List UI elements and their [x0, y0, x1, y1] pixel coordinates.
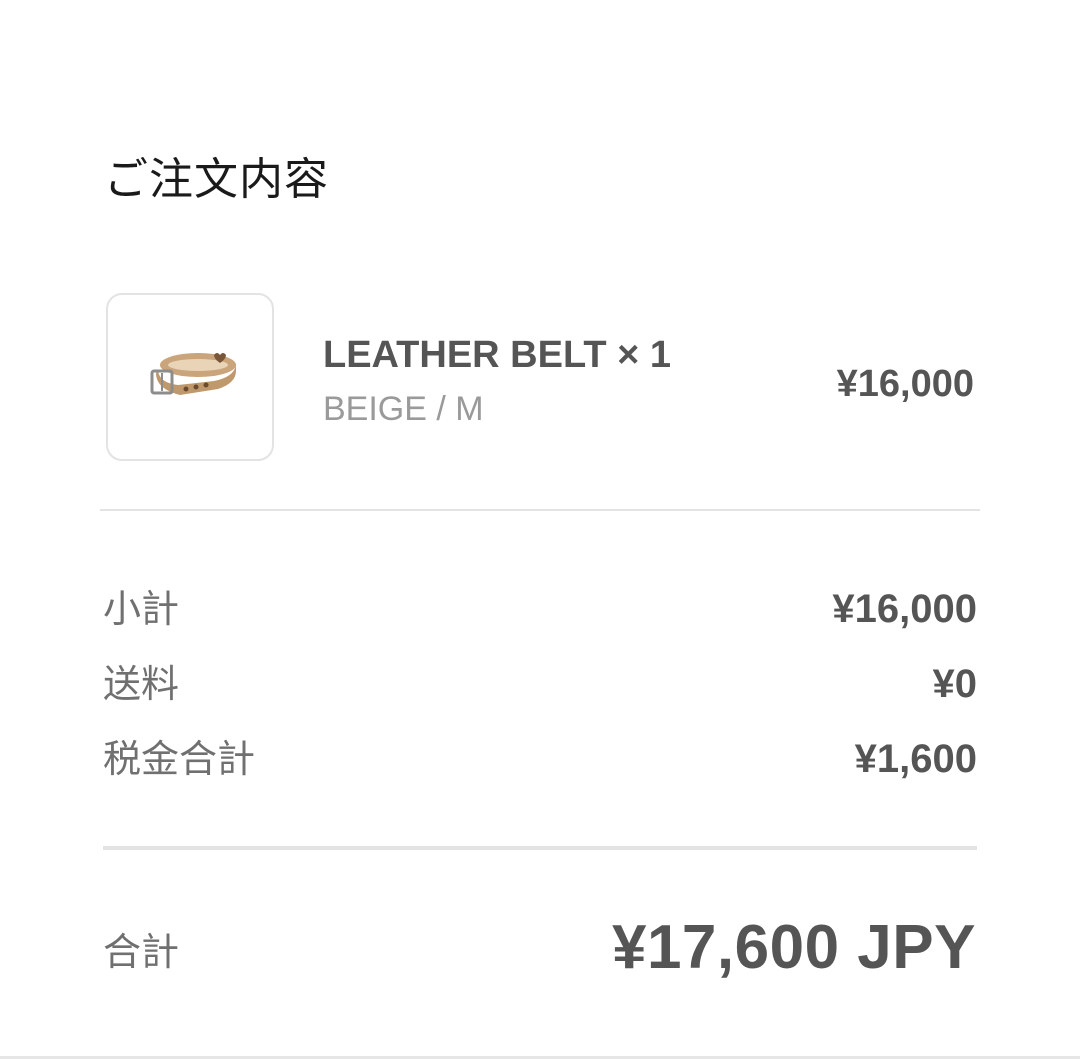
- product-variant: BEIGE / M: [323, 390, 484, 428]
- order-summary-title: ご注文内容: [104, 154, 329, 205]
- divider: [100, 509, 980, 511]
- product-thumbnail[interactable]: [106, 293, 274, 461]
- shipping-row: 送料 ¥0: [103, 658, 977, 710]
- total-label: 合計: [103, 930, 180, 974]
- shipping-label: 送料: [103, 662, 180, 706]
- divider: [103, 846, 977, 850]
- subtotal-row: 小計 ¥16,000: [103, 583, 977, 635]
- tax-value: ¥1,600: [854, 737, 977, 781]
- tax-label: 税金合計: [103, 737, 256, 781]
- leather-belt-image: [150, 353, 236, 395]
- tax-row: 税金合計 ¥1,600: [103, 733, 977, 785]
- shipping-value: ¥0: [932, 662, 978, 706]
- total-value: ¥17,600 JPY: [611, 913, 976, 982]
- subtotal-label: 小計: [103, 587, 180, 631]
- order-summary-page: ご注文内容 LEATHER BELT × 1 BEIGE / M ¥16,000…: [0, 0, 1080, 1059]
- subtotal-value: ¥16,000: [832, 587, 977, 631]
- product-name[interactable]: LEATHER BELT × 1: [323, 332, 671, 378]
- product-price: ¥16,000: [836, 363, 974, 405]
